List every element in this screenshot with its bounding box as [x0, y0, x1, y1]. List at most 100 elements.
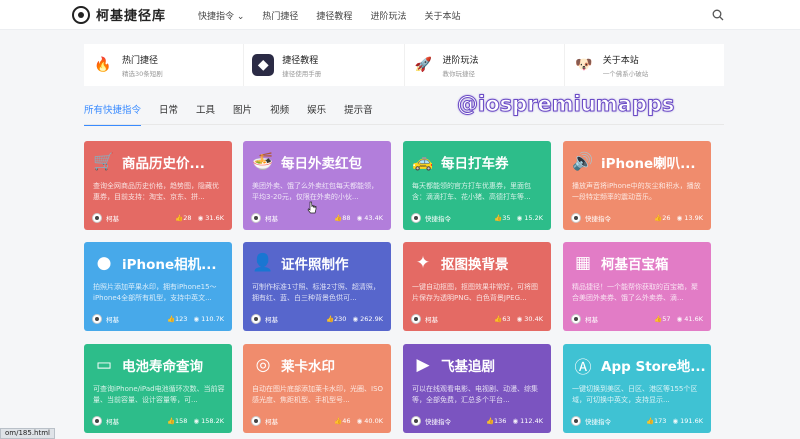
featured-title: 捷径教程 [282, 55, 319, 66]
card-author[interactable]: 快捷指令 [585, 416, 640, 426]
featured-title: 关于本站 [602, 55, 639, 66]
card-header: 👤 证件照制作 [252, 252, 348, 274]
avatar [411, 314, 421, 324]
card-author[interactable]: 柯基 [106, 213, 169, 223]
tab-6[interactable]: 提示音 [344, 102, 373, 126]
tab-2[interactable]: 工具 [196, 102, 215, 126]
card-author[interactable]: 柯基 [265, 416, 328, 426]
card-header: ▶ 飞基追剧 [412, 354, 495, 376]
avatar [251, 416, 261, 426]
tab-5[interactable]: 娱乐 [307, 102, 326, 126]
card-header: ✦ 抠图换背景 [412, 252, 509, 274]
card-footer: 柯基 👍 88 ◉ 43.4K [251, 212, 383, 224]
shortcut-card[interactable]: ● iPhone相机... 拍照片添加苹果水印，拥有iPhone15～iPhone4… [84, 242, 232, 331]
eye-icon: ◉ [193, 417, 200, 425]
camera-icon: ◎ [255, 355, 271, 375]
like-icon: 👍 [334, 214, 343, 222]
avatar [411, 213, 421, 223]
mouse-cursor-icon [307, 201, 317, 214]
like-icon: 👍 [645, 417, 655, 425]
card-description: 播放声音将iPhone中的灰尘和积水，播放一段特定频率的震动音乐。 [572, 182, 701, 201]
card-author[interactable]: 快捷指令 [425, 416, 480, 426]
featured-item[interactable]: 🚀 进阶玩法 教你玩捷径 [404, 44, 565, 86]
card-author[interactable]: 柯基 [265, 314, 320, 324]
nav-hot[interactable]: 热门捷径 [262, 9, 298, 22]
featured-item[interactable]: ◆ 捷径教程 捷径使用手册 [244, 44, 405, 86]
nav-about[interactable]: 关于本站 [424, 9, 460, 22]
featured-item[interactable]: 🐶 关于本站 一个佛系小破站 [564, 44, 724, 86]
featured-subtitle: 捷径使用手册 [282, 69, 322, 78]
apple-icon: ● [96, 253, 112, 273]
card-title: 每日打车券 [441, 156, 509, 172]
card-title: 电池寿命查询 [122, 359, 203, 375]
search-icon[interactable] [712, 9, 724, 21]
shortcut-card[interactable]: Ⓐ App Store地... 一键切换到美区、日区、港区等155个区域，可切换中英… [563, 344, 711, 433]
card-author[interactable]: 柯基 [106, 416, 161, 426]
logo-text: 柯基捷径库 [96, 9, 167, 24]
shortcut-card[interactable]: 🔊 iPhone喇叭... 播放声音将iPhone中的灰尘和积水，播放一段特定频率的… [563, 141, 711, 230]
card-header: 🛒 商品历史价... [93, 151, 204, 173]
card-views: 112.4K [520, 417, 543, 425]
shortcut-card[interactable]: ▦ 柯基百宝箱 精品捷径！一个能帮你获取的百宝箱，聚合美团外卖券、饿了么外卖券、滴.… [563, 242, 711, 331]
shortcut-card[interactable]: 🛒 商品历史价... 查询全网商品历史价格，趋势图，隐藏优惠券，目前支持：淘宝、京东… [84, 141, 232, 230]
card-author[interactable]: 柯基 [106, 314, 161, 324]
card-header: 🚕 每日打车券 [412, 151, 509, 173]
card-description: 每天都能领的官方打车优惠券，里面包含：滴滴打车、花小猪、高德打车等... [412, 182, 531, 201]
magic-wand-icon: ✦ [415, 253, 431, 273]
featured-title: 热门捷径 [122, 55, 159, 66]
eye-icon: ◉ [516, 214, 523, 222]
card-likes: 136 [494, 417, 507, 425]
card-author[interactable]: 快捷指令 [425, 213, 488, 223]
site-logo[interactable]: 柯基捷径库 [72, 5, 166, 24]
card-footer: 快捷指令 👍 26 ◉ 13.9K [571, 212, 703, 224]
card-author[interactable]: 柯基 [585, 314, 648, 324]
like-icon: 👍 [325, 315, 335, 323]
shortcut-card[interactable]: ◎ 莱卡水印 自动在图片底部添加莱卡水印，光圈、ISO感光度、焦距机型、手机型号..… [243, 344, 391, 433]
card-title: 抠图换背景 [441, 257, 509, 273]
tab-3[interactable]: 图片 [233, 102, 252, 126]
featured-title: 进阶玩法 [442, 55, 479, 66]
card-views: 15.2K [524, 214, 543, 222]
eye-icon: ◉ [676, 214, 683, 222]
category-tabs: 所有快捷指令 日常 工具 图片 视频 娱乐 提示音 [84, 102, 373, 126]
featured-item[interactable]: 🔥 热门捷径 精选30条短剧 [84, 44, 245, 86]
card-likes: 230 [334, 315, 347, 323]
like-icon: 👍 [494, 315, 503, 323]
like-icon: 👍 [485, 417, 495, 425]
main-nav: 快捷指令 ⌄ 热门捷径 捷径教程 进阶玩法 关于本站 [198, 9, 460, 22]
shortcut-card[interactable]: ▭ 电池寿命查询 可查询iPhone/iPad电池循环次数、当前容量、当前容量、设计… [84, 344, 232, 433]
shortcut-card[interactable]: 👤 证件照制作 可制作标准1寸照、标准2寸照、超清照，拥有红、蓝、白三种背景色供可.… [243, 242, 391, 331]
card-likes: 46 [342, 417, 351, 425]
eye-icon: ◉ [516, 315, 523, 323]
card-author[interactable]: 柯基 [425, 314, 488, 324]
avatar [92, 314, 102, 324]
card-author[interactable]: 柯基 [265, 213, 328, 223]
card-views: 191.6K [680, 417, 703, 425]
card-header: ◎ 莱卡水印 [252, 354, 335, 376]
avatar [571, 416, 581, 426]
nav-tutorial[interactable]: 捷径教程 [316, 9, 352, 22]
card-description: 查询全网商品历史价格，趋势图，隐藏优惠券，目前支持：淘宝、京东、拼... [93, 182, 219, 201]
card-author[interactable]: 快捷指令 [585, 213, 648, 223]
eye-icon: ◉ [193, 315, 200, 323]
shortcut-card[interactable]: ✦ 抠图换背景 一键自动抠图，抠图效果非常好，可将图片保存为透明PNG、白色背景JP… [403, 242, 551, 331]
like-icon: 👍 [334, 417, 343, 425]
shortcut-card[interactable]: 🚕 每日打车券每天都能领的官方打车优惠券，里面包含：滴滴打车、花小猪、高德打车等.… [403, 141, 551, 230]
avatar [92, 416, 102, 426]
eye-icon: ◉ [356, 417, 363, 425]
card-views: 43.4K [364, 214, 383, 222]
card-header: 🍜 每日外卖红包 [252, 151, 362, 173]
tab-0[interactable]: 所有快捷指令 [84, 102, 142, 126]
nav-advanced[interactable]: 进阶玩法 [370, 9, 406, 22]
avatar [571, 213, 581, 223]
card-views: 31.6K [205, 214, 224, 222]
shortcut-card[interactable]: 🍜 每日外卖红包 美团外卖、饿了么外卖红包每天都能领，平均3-20元，仅限在外卖的小… [243, 141, 391, 230]
shortcut-card[interactable]: ▶ 飞基追剧 可以在线观看电影、电视剧、动漫、综集等，全部免费，汇总多个平台... 快… [403, 344, 551, 433]
cart-icon: 🛒 [93, 152, 115, 172]
card-views: 41.6K [684, 315, 703, 323]
top-navbar: 柯基捷径库 快捷指令 ⌄ 热门捷径 捷径教程 进阶玩法 关于本站 [0, 0, 800, 30]
like-icon: 👍 [175, 214, 184, 222]
tab-4[interactable]: 视频 [270, 102, 289, 126]
nav-shortcuts[interactable]: 快捷指令 ⌄ [198, 9, 244, 22]
tab-1[interactable]: 日常 [159, 102, 178, 126]
